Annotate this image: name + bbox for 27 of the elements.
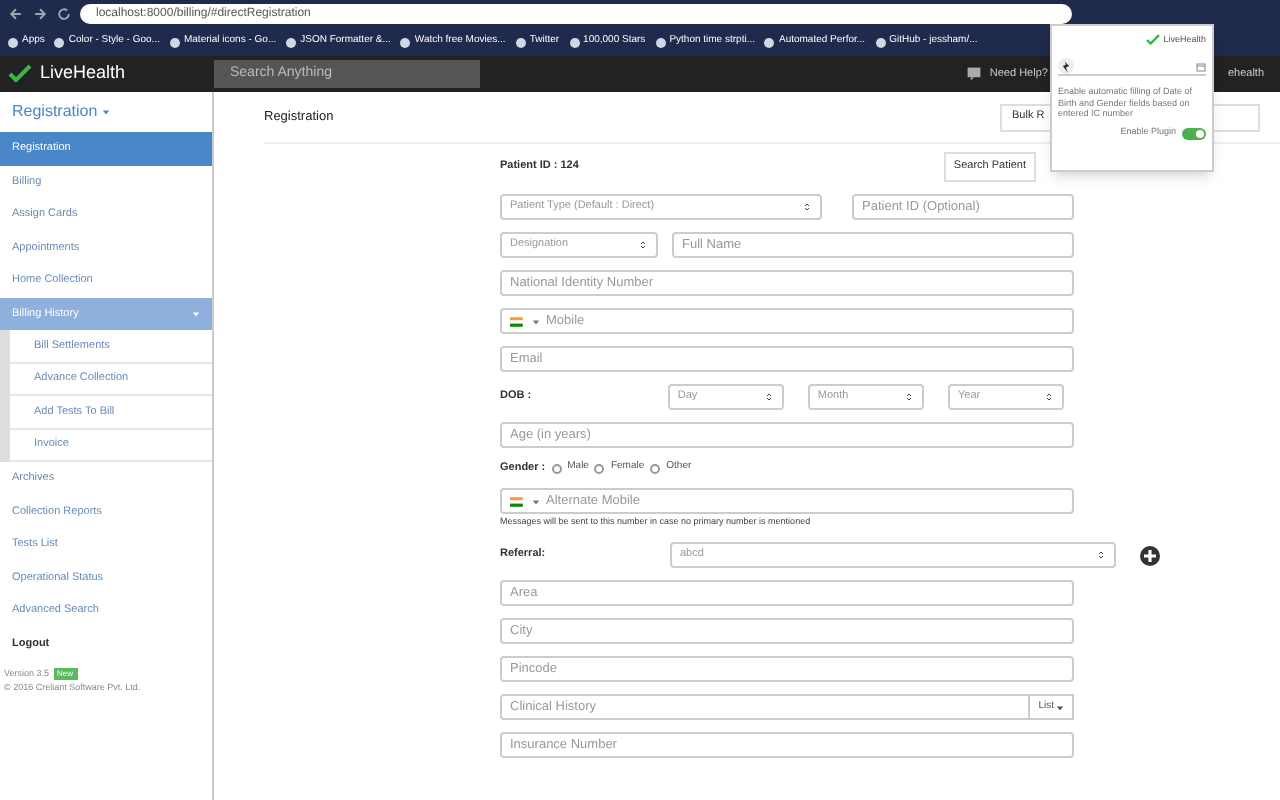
caret-icon [1056, 703, 1064, 711]
flag-icon [510, 493, 526, 510]
toggle-switch[interactable] [1182, 127, 1206, 140]
plugin-icon [1058, 58, 1074, 75]
flag-icon [510, 313, 526, 329]
updown-icon [802, 202, 812, 212]
id-input-field[interactable] [1058, 59, 1206, 76]
check-logo-icon [8, 64, 32, 84]
updown-icon [1044, 392, 1055, 402]
check-logo-icon [1145, 34, 1160, 47]
chat-icon [965, 66, 982, 82]
radio-button[interactable] [650, 463, 661, 474]
logo-text: LiveHealth [40, 60, 126, 87]
reload-icon [56, 6, 72, 22]
caret-icon [532, 317, 540, 325]
radio-button[interactable] [551, 463, 562, 474]
updown-icon [903, 392, 914, 402]
updown-icon [1096, 550, 1106, 560]
updown-icon [638, 240, 648, 250]
caret-icon [101, 108, 110, 116]
updown-icon [763, 392, 774, 402]
sidebar-title[interactable]: Registration [12, 100, 98, 124]
back-icon [8, 6, 24, 22]
add-icon [1140, 545, 1160, 565]
calendar-icon [1196, 61, 1206, 72]
forward-icon [32, 6, 48, 22]
radio-button[interactable] [594, 463, 605, 474]
